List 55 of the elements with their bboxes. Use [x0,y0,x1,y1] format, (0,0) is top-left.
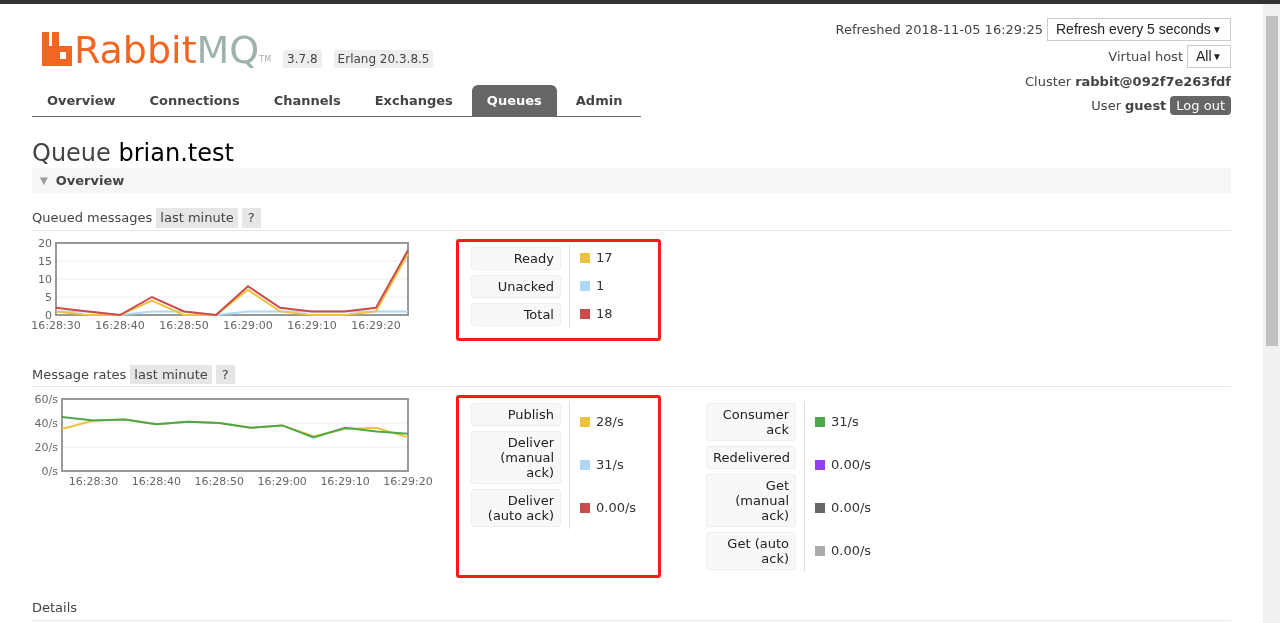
legend-value: 18 [596,305,614,324]
legend-label: Get (manual ack) [706,474,796,527]
axis-label: 40/s [34,417,58,430]
page-title: Queue [32,139,111,167]
legend-label: Get (auto ack) [706,532,796,570]
cluster-name: rabbit@092f7e263fdf [1075,73,1231,91]
legend-label: Consumer ack [706,403,796,441]
axis-label: 16:29:20 [383,475,433,488]
axis-label: 16:28:40 [95,318,145,332]
panel-title: Queued messages [32,209,153,227]
axis-label: 16:28:30 [68,475,119,488]
legend-label: Deliver (manual ack) [471,431,561,484]
axis-label: 16:29:10 [287,318,337,332]
legend-value: 1 [596,277,606,296]
legend-label: Deliver (auto ack) [471,489,561,527]
axis-label: 16:29:00 [257,475,307,488]
refreshed-time: Refreshed 2018-11-05 16:29:25 [835,20,1043,39]
collapse-icon: ▼ [40,173,48,188]
axis-label: 16:28:50 [159,318,209,332]
legend-value: 0.00/s [831,542,873,561]
legend-label: Publish [471,403,561,426]
axis-label: 20/s [34,441,58,454]
legend-value: 0.00/s [831,499,873,518]
user-name: guest [1125,96,1167,115]
legend-label: Unacked [471,274,561,298]
axis-label: 0/s [41,465,58,478]
axis-label: 16:28:50 [194,475,244,488]
version-badge: 3.7.8 [283,50,322,68]
legend-label: Total [471,302,561,326]
legend-value: 31/s [831,413,860,432]
panel-title: Message rates [32,365,127,384]
legend-value: 31/s [596,456,625,475]
axis-label: 5 [45,290,52,304]
vhost-label: Virtual host [1108,47,1183,66]
legend-value: 17 [596,249,614,268]
legend-value: 0.00/s [831,456,873,475]
legend-label: Redelivered [706,446,796,469]
axis-label: 10 [38,272,52,286]
axis-label: 16:29:10 [320,475,370,488]
user-label: User [1091,96,1121,115]
queue-name: brian.test [118,139,234,167]
axis-label: 16:28:40 [131,475,182,488]
axis-label: 16:29:20 [351,318,401,332]
logo: RabbitMQTM [42,28,272,72]
axis-label: 16:29:00 [223,318,273,332]
trademark: TM [259,55,272,64]
legend-value: 28/s [596,413,625,432]
section-title: Details [32,600,78,615]
cluster-label: Cluster [1024,73,1072,91]
legend-value: 0.00/s [596,499,638,518]
axis-label: 60/s [34,395,58,406]
axis-label: 20 [38,238,52,250]
axis-label: 15 [38,254,52,268]
version-badge: Erlang 20.3.8.5 [333,50,434,68]
legend-label: Ready [471,246,561,270]
